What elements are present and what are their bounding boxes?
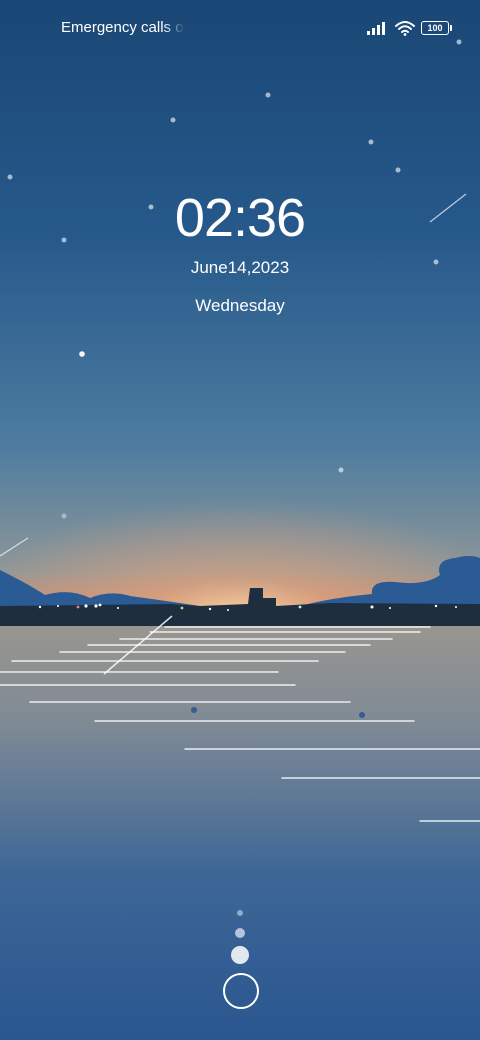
- lock-weekday: Wednesday: [195, 296, 285, 315]
- swipe-hint-dot: [231, 946, 249, 964]
- lock-clock: 02:36: [174, 188, 306, 248]
- status-bar: Emergency calls o 100: [0, 0, 480, 56]
- unlock-ring-icon[interactable]: [223, 973, 259, 1009]
- carrier-label[interactable]: Emergency calls o: [61, 19, 185, 36]
- cellular-signal-icon: [367, 22, 385, 35]
- wallpaper: [0, 0, 480, 1040]
- status-icons: 100: [367, 19, 452, 37]
- battery-indicator: 100: [421, 21, 452, 35]
- wifi-icon: [395, 21, 415, 36]
- swipe-hint-dot: [237, 910, 243, 916]
- swipe-hint-dot: [235, 928, 245, 938]
- battery-level: 100: [427, 23, 443, 33]
- unlock-control[interactable]: [220, 905, 260, 1010]
- lock-date: June14,2023: [190, 258, 290, 277]
